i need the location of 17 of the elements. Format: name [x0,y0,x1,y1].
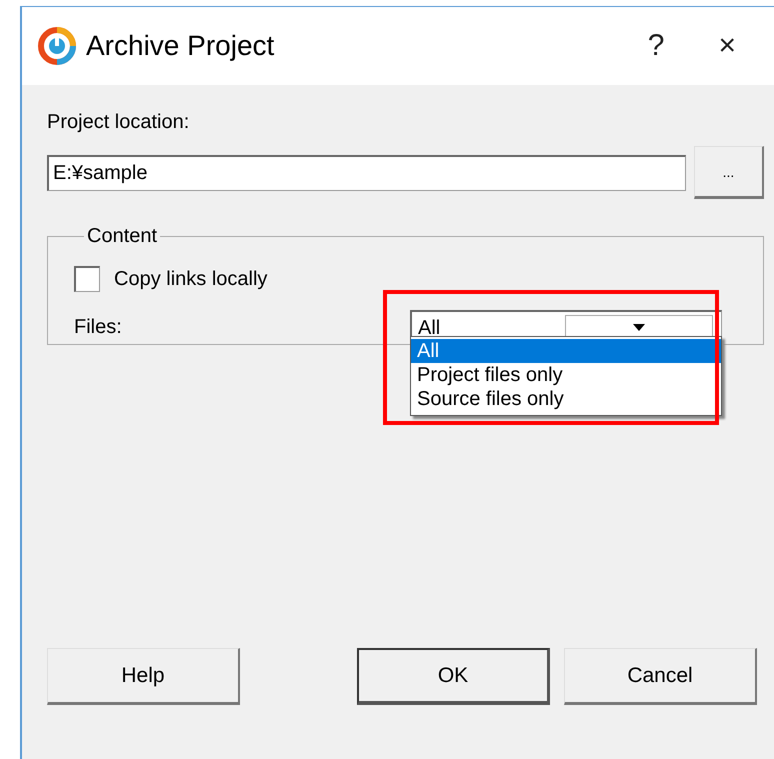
dropdown-option[interactable]: All [411,339,721,363]
checkbox-label: Copy links locally [114,268,268,290]
close-button[interactable]: × [712,29,742,63]
app-logo-icon [38,27,76,65]
field-label: Files: [74,316,123,339]
dialog-button[interactable]: Cancel [564,648,757,705]
help-button[interactable]: ? [642,29,670,63]
window-title: Archive Project [86,30,276,62]
field-label: Project location: [47,111,190,134]
dialog-button[interactable]: Help [47,648,240,705]
browse-button[interactable]: ... [694,146,764,199]
checkbox[interactable] [74,266,100,292]
dialog-button[interactable]: OK [357,648,550,705]
group-title: Content [86,225,158,248]
dropdown-option[interactable]: Source files only [411,387,721,411]
dropdown-option[interactable]: Project files only [411,363,721,387]
path-field[interactable]: E:¥sample [47,154,686,190]
